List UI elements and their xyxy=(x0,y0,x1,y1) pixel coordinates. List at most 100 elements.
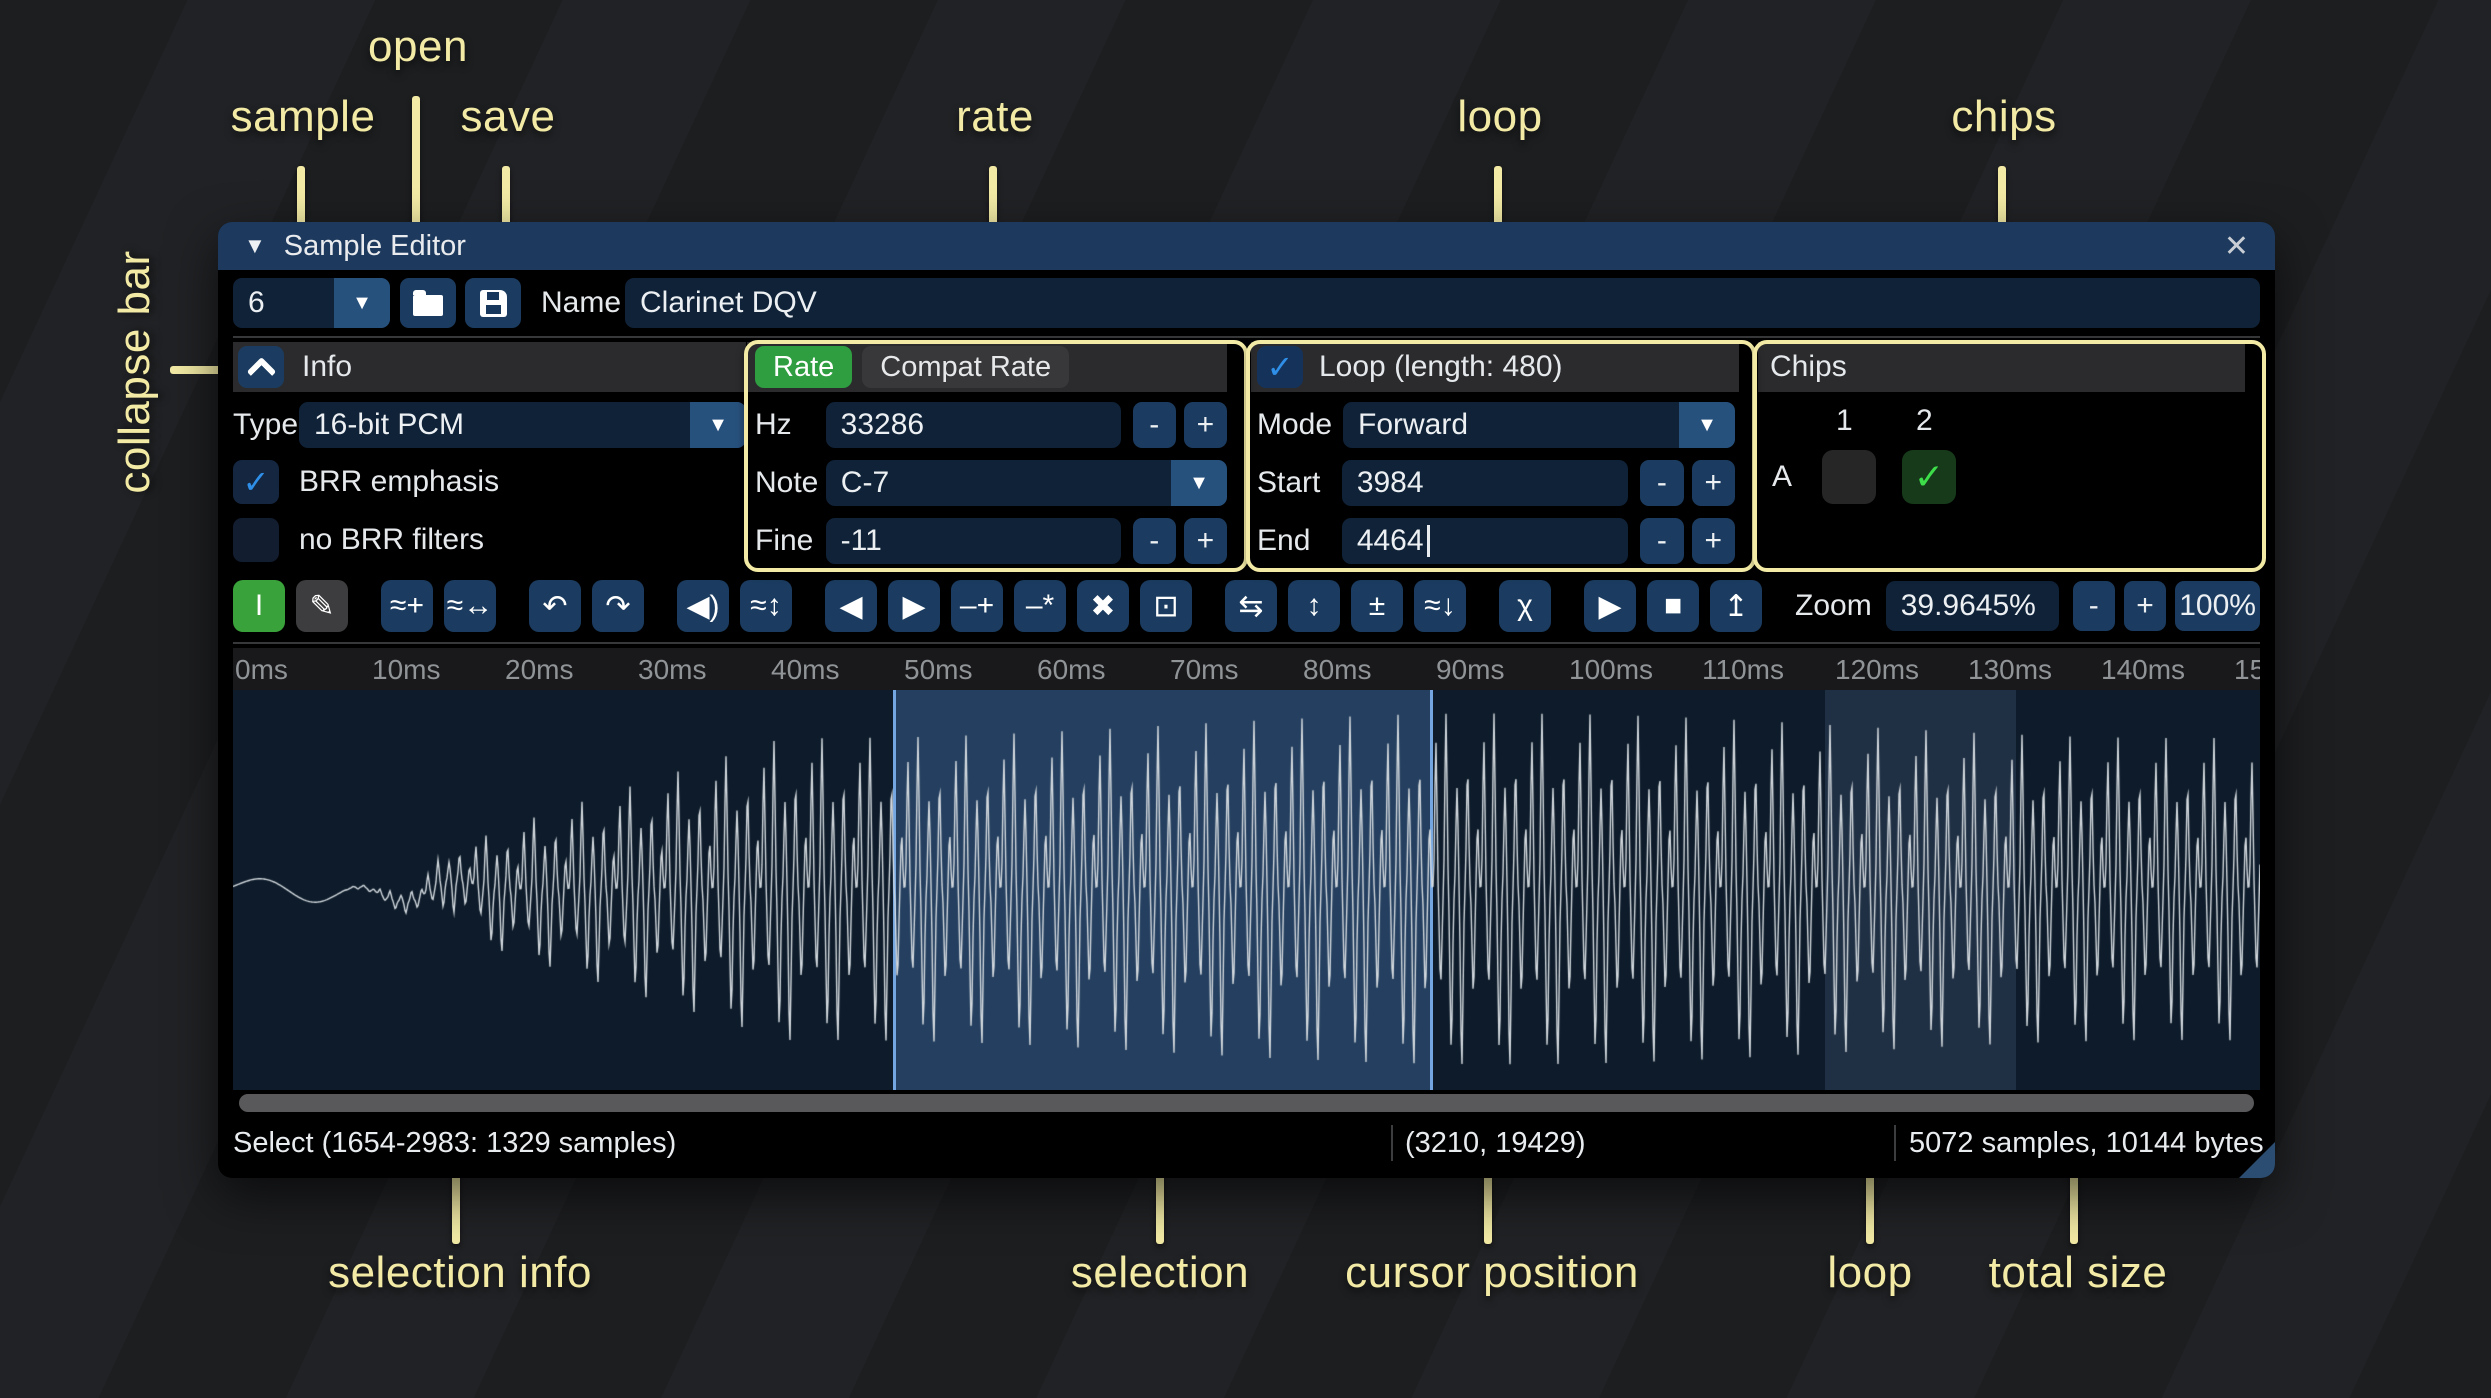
insert-silence-icon: –+ xyxy=(959,589,995,622)
loop-mode-select[interactable]: Forward ▼ xyxy=(1343,402,1735,448)
tab-rate[interactable]: Rate xyxy=(755,346,853,388)
zoom-input[interactable]: 39.9645% xyxy=(1885,581,2059,631)
save-button[interactable] xyxy=(465,278,521,328)
check-icon: ✓ xyxy=(1913,456,1945,497)
note-label: Note xyxy=(755,466,819,499)
annotation-open: open xyxy=(368,22,468,71)
ruler-tick-label: 140ms xyxy=(2101,654,2186,685)
resample-button[interactable]: ≈↔ xyxy=(444,580,496,632)
hz-value: 33286 xyxy=(840,408,925,441)
chips-row-label: A xyxy=(1772,460,1793,493)
note-select[interactable]: C-7 ▼ xyxy=(825,460,1227,506)
resample-icon: ≈↔ xyxy=(446,589,494,622)
window-collapse-icon[interactable]: ▼ xyxy=(244,233,266,259)
divider xyxy=(233,336,2260,338)
loop-start-input[interactable]: 3984 xyxy=(1341,460,1629,506)
fine-minus-button[interactable]: - xyxy=(1132,518,1176,564)
screenshot-root: sample open save rate loop chips collaps… xyxy=(0,0,2491,1398)
chip-1-checkbox[interactable]: ✓ xyxy=(1822,450,1876,504)
stop-button[interactable]: ■ xyxy=(1647,580,1699,632)
chip-2-checkbox[interactable]: ✓ xyxy=(1902,450,1956,504)
select-mode-button[interactable]: I xyxy=(233,580,285,632)
chevron-down-icon[interactable]: ▼ xyxy=(690,402,746,448)
ruler-tick-label: 0ms xyxy=(235,654,288,685)
loop-enable-checkbox[interactable]: ✓ xyxy=(1257,346,1303,388)
invert-icon: ↕ xyxy=(1306,589,1322,622)
name-input[interactable]: Clarinet DQV xyxy=(625,278,2260,328)
chips-panel-header: Chips xyxy=(1758,342,2245,392)
zoom-label: Zoom xyxy=(1795,589,1872,622)
open-folder-icon xyxy=(413,290,443,316)
info-collapse-button[interactable] xyxy=(238,346,284,388)
time-ruler[interactable]: 0ms 10ms 20ms 30ms 40ms 50ms 60ms 70ms 80ms 90ms 1… xyxy=(233,648,2260,690)
fine-plus-button[interactable]: + xyxy=(1183,518,1228,564)
annotation-collapse-bar: collapse bar xyxy=(110,250,159,494)
hz-input[interactable]: 33286 xyxy=(825,402,1121,448)
crossfade-button[interactable]: χ xyxy=(1499,580,1551,632)
fade-in-button[interactable]: ◀ xyxy=(825,580,877,632)
toolbar: I ✎ ≈+ ≈↔ ↶ ↷ ◀) ≈↕ ◀ ▶ –+ –* ✖ ⊡ ⇆ ↕ ± ≈↓ χ ▶ ■ ↥ Zoom 39.96… xyxy=(233,580,2260,632)
signed-unsigned-button[interactable]: ± xyxy=(1351,580,1403,632)
loop-panel-title: Loop (length: 480) xyxy=(1319,350,1563,383)
zoom-reset-button[interactable]: 100% xyxy=(2175,581,2260,631)
name-input-value: Clarinet DQV xyxy=(640,286,817,319)
apply-silence-icon: –* xyxy=(1025,589,1055,622)
waveform-view[interactable] xyxy=(233,690,2260,1090)
chevron-down-icon[interactable]: ▼ xyxy=(1171,460,1227,506)
hz-plus-button[interactable]: + xyxy=(1183,402,1228,448)
sample-select[interactable]: 6 ▼ xyxy=(233,278,390,328)
reverse-icon: ⇆ xyxy=(1238,589,1264,623)
ruler-tick-label: 20ms xyxy=(505,654,574,685)
amplify-button[interactable]: ≈↕ xyxy=(740,580,792,632)
draw-mode-button[interactable]: ✎ xyxy=(296,580,348,632)
loop-end-input[interactable]: 4464 xyxy=(1341,518,1629,564)
trim-button[interactable]: ⊡ xyxy=(1140,580,1192,632)
filter-icon: ≈↓ xyxy=(1424,589,1456,622)
ruler-tick-label: 80ms xyxy=(1303,654,1372,685)
invert-button[interactable]: ↕ xyxy=(1288,580,1340,632)
fine-input[interactable]: -11 xyxy=(825,518,1121,564)
name-label: Name xyxy=(541,286,622,319)
filter-button[interactable]: ≈↓ xyxy=(1414,580,1466,632)
preview-button[interactable]: ◀) xyxy=(677,580,729,632)
loop-end-plus-button[interactable]: + xyxy=(1691,518,1735,564)
ruler-tick-label: 90ms xyxy=(1436,654,1505,685)
type-select[interactable]: 16-bit PCM ▼ xyxy=(299,402,746,448)
loop-start-plus-button[interactable]: + xyxy=(1691,460,1735,506)
apply-silence-button[interactable]: –* xyxy=(1014,580,1066,632)
tab-compat-rate[interactable]: Compat Rate xyxy=(862,346,1070,388)
redo-button[interactable]: ↷ xyxy=(592,580,644,632)
brr-emphasis-checkbox[interactable]: ✓ xyxy=(233,460,279,504)
import-icon: ↥ xyxy=(1723,589,1749,623)
loop-start-minus-button[interactable]: - xyxy=(1640,460,1684,506)
hz-minus-button[interactable]: - xyxy=(1132,402,1176,448)
fine-value: -11 xyxy=(840,524,882,557)
chevron-down-icon[interactable]: ▼ xyxy=(334,278,390,328)
chevron-down-icon[interactable]: ▼ xyxy=(1679,402,1735,448)
loop-end-minus-button[interactable]: - xyxy=(1640,518,1684,564)
window-resize-grip[interactable] xyxy=(2239,1142,2275,1178)
mode-label: Mode xyxy=(1257,408,1333,441)
resize-button[interactable]: ≈+ xyxy=(381,580,433,632)
delete-button[interactable]: ✖ xyxy=(1077,580,1129,632)
close-icon[interactable]: ✕ xyxy=(2224,229,2249,264)
loop-end-value: 4464 xyxy=(1356,524,1424,557)
waveform-canvas[interactable] xyxy=(233,690,2260,1090)
zoom-out-button[interactable]: - xyxy=(2072,581,2115,631)
no-brr-filters-checkbox[interactable]: ✓ xyxy=(233,518,279,562)
loop-start-label: Start xyxy=(1257,466,1321,499)
ruler-tick-label: 40ms xyxy=(771,654,840,685)
fade-out-button[interactable]: ▶ xyxy=(888,580,940,632)
play-button[interactable]: ▶ xyxy=(1584,580,1636,632)
zoom-in-button[interactable]: + xyxy=(2123,581,2167,631)
title-bar[interactable]: ▼ Sample Editor ✕ xyxy=(218,222,2275,270)
reverse-button[interactable]: ⇆ xyxy=(1225,580,1277,632)
selection-info-text: Select (1654-2983: 1329 samples) xyxy=(233,1126,677,1159)
import-button[interactable]: ↥ xyxy=(1710,580,1762,632)
ruler-tick-label: 100ms xyxy=(1569,654,1654,685)
delete-icon: ✖ xyxy=(1090,589,1116,623)
undo-button[interactable]: ↶ xyxy=(529,580,581,632)
horizontal-scrollbar[interactable] xyxy=(239,1094,2254,1112)
insert-silence-button[interactable]: –+ xyxy=(951,580,1003,632)
open-button[interactable] xyxy=(400,278,456,328)
